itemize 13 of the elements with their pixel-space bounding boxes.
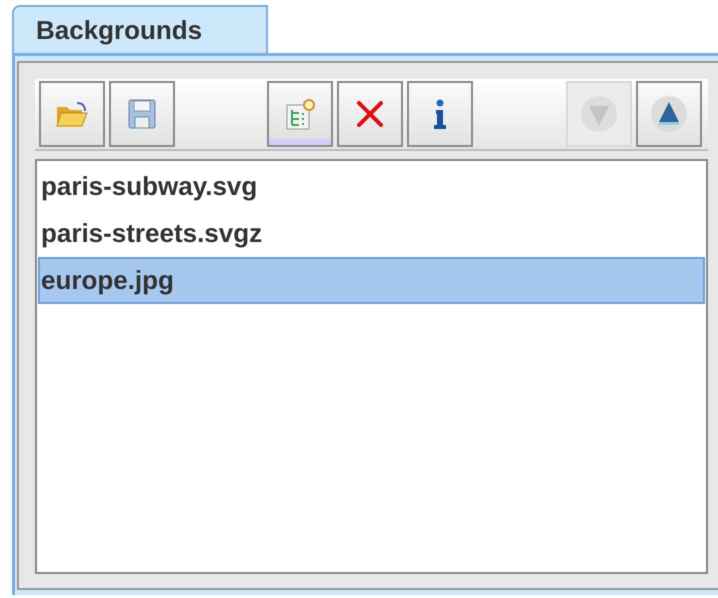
info-icon [433, 98, 447, 130]
toolbar-button[interactable] [39, 81, 105, 147]
tab[interactable]: Backgrounds [12, 5, 268, 53]
file-list-item[interactable]: paris-streets.svgz [38, 210, 705, 257]
toolbar-button[interactable] [636, 81, 702, 147]
toolbar-button[interactable] [267, 81, 333, 147]
folder-icon [55, 99, 89, 129]
file-list-item[interactable]: paris-subway.svg [38, 163, 705, 210]
toolbar-button[interactable] [407, 81, 473, 147]
x-mark-icon [354, 98, 386, 130]
file-list-item[interactable]: europe.jpg [38, 257, 705, 304]
toolbar-button[interactable] [109, 81, 175, 147]
toolbar-button[interactable] [337, 81, 403, 147]
